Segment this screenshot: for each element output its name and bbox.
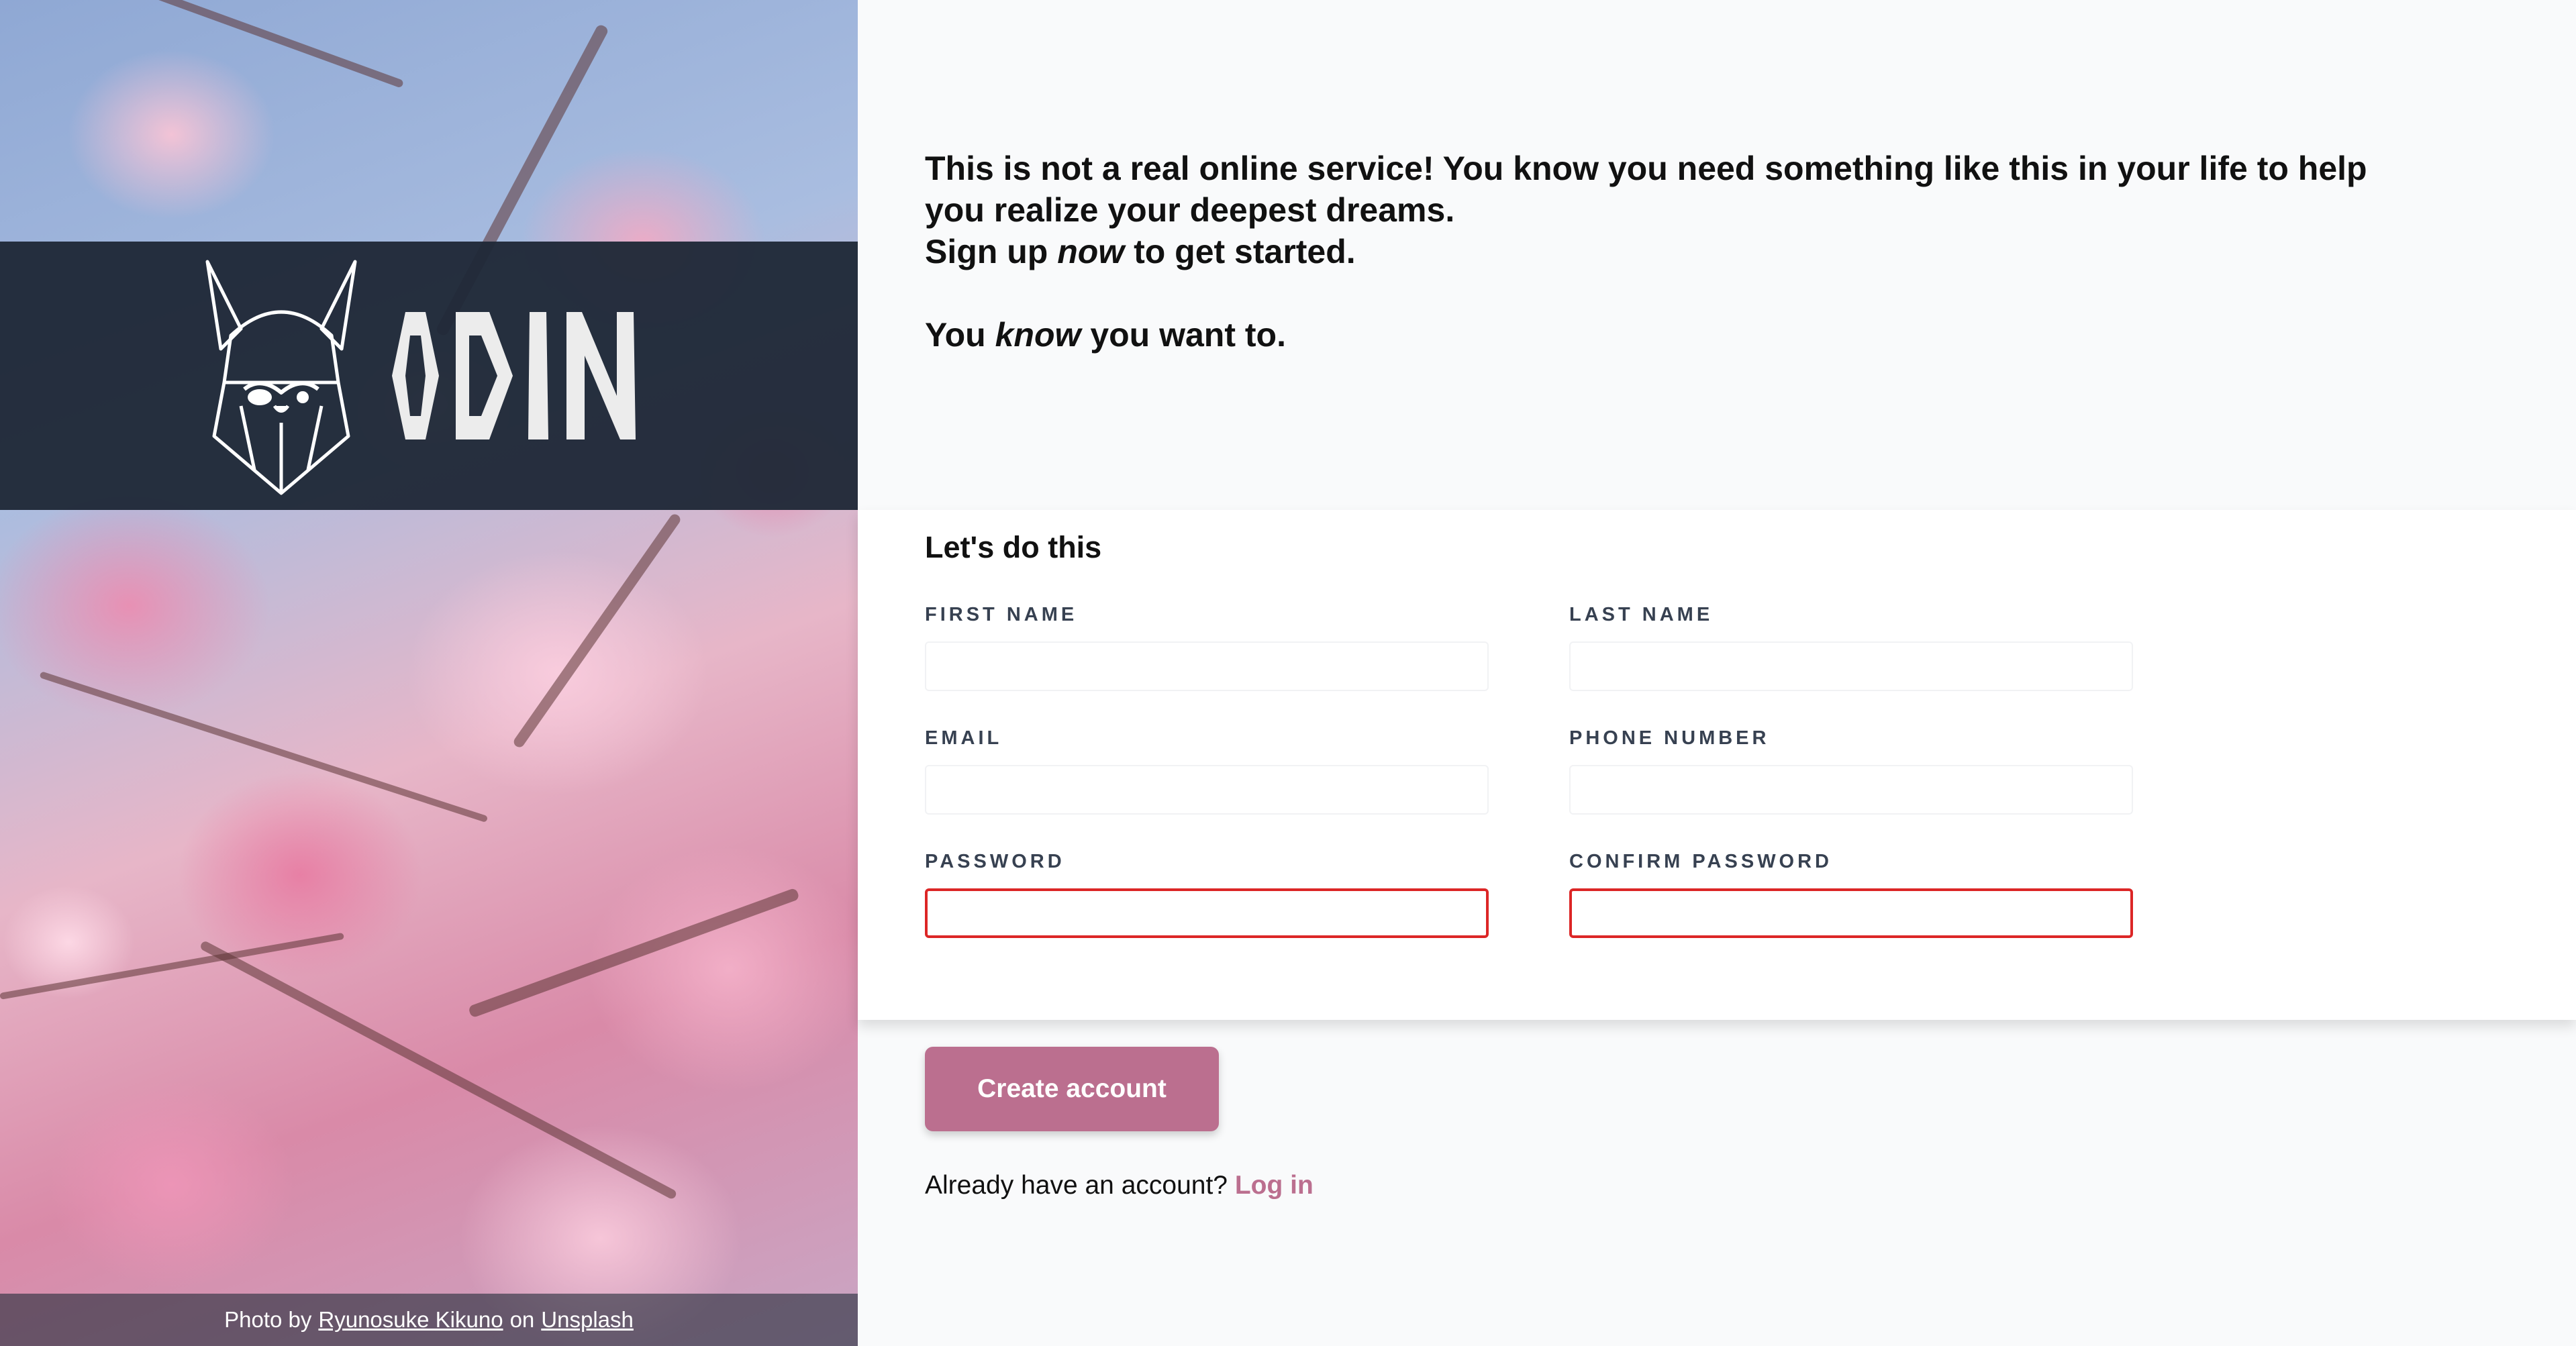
intro-line-1: This is not a real online service! You k… xyxy=(925,150,2367,229)
email-input[interactable] xyxy=(925,765,1489,815)
phone-field-group: PHONE NUMBER xyxy=(1569,727,2133,815)
last-name-field-group: LAST NAME xyxy=(1569,604,2133,691)
email-field-group: EMAIL xyxy=(925,727,1489,815)
password-input[interactable] xyxy=(925,888,1489,938)
last-name-label: LAST NAME xyxy=(1569,604,1714,625)
form-heading: Let's do this xyxy=(925,530,1102,564)
password-field-group: PASSWORD xyxy=(925,851,1489,938)
login-link[interactable]: Log in xyxy=(1235,1171,1314,1200)
photo-author-link[interactable]: Ryunosuke Kikuno xyxy=(318,1307,503,1333)
password-label: PASSWORD xyxy=(925,851,1065,872)
confirm-password-field-group: CONFIRM PASSWORD xyxy=(1569,851,2133,938)
intro-text: This is not a real online service! You k… xyxy=(925,148,2401,356)
confirm-password-label: CONFIRM PASSWORD xyxy=(1569,851,1833,872)
intro-line-3: You know you want to. xyxy=(925,316,1286,354)
branch-decoration xyxy=(199,939,678,1200)
confirm-password-input[interactable] xyxy=(1569,888,2133,938)
viking-helmet-logo-icon xyxy=(205,260,636,495)
photo-credit-middle: on xyxy=(509,1307,535,1332)
branch-decoration xyxy=(39,671,489,823)
intro-emphasis-know: know xyxy=(995,316,1081,354)
branch-decoration xyxy=(136,0,405,89)
phone-input[interactable] xyxy=(1569,765,2133,815)
photo-credit-prefix: Photo by xyxy=(224,1307,312,1332)
signup-page: Photo by Ryunosuke Kikuno on Unsplash Th… xyxy=(0,0,2576,1346)
login-prompt: Already have an account? Log in xyxy=(925,1171,1314,1200)
intro-line-2: Sign up now to get started. xyxy=(925,233,1356,270)
logo-band xyxy=(0,242,858,510)
create-account-button[interactable]: Create account xyxy=(925,1047,1219,1131)
photo-credit: Photo by Ryunosuke Kikuno on Unsplash xyxy=(0,1294,858,1346)
phone-label: PHONE NUMBER xyxy=(1569,727,1770,749)
unsplash-link[interactable]: Unsplash xyxy=(541,1307,634,1333)
signup-form: Let's do this FIRST NAME LAST NAME EMAIL… xyxy=(858,510,2576,1020)
first-name-field-group: FIRST NAME xyxy=(925,604,1489,691)
last-name-input[interactable] xyxy=(1569,641,2133,691)
hero-panel: Photo by Ryunosuke Kikuno on Unsplash xyxy=(0,0,858,1346)
login-prompt-text: Already have an account? xyxy=(925,1171,1235,1200)
intro-emphasis-now: now xyxy=(1057,233,1125,270)
first-name-input[interactable] xyxy=(925,641,1489,691)
branch-decoration xyxy=(511,512,683,749)
main-content: This is not a real online service! You k… xyxy=(858,0,2576,1346)
branch-decoration xyxy=(467,887,800,1019)
email-label: EMAIL xyxy=(925,727,1003,749)
first-name-label: FIRST NAME xyxy=(925,604,1078,625)
